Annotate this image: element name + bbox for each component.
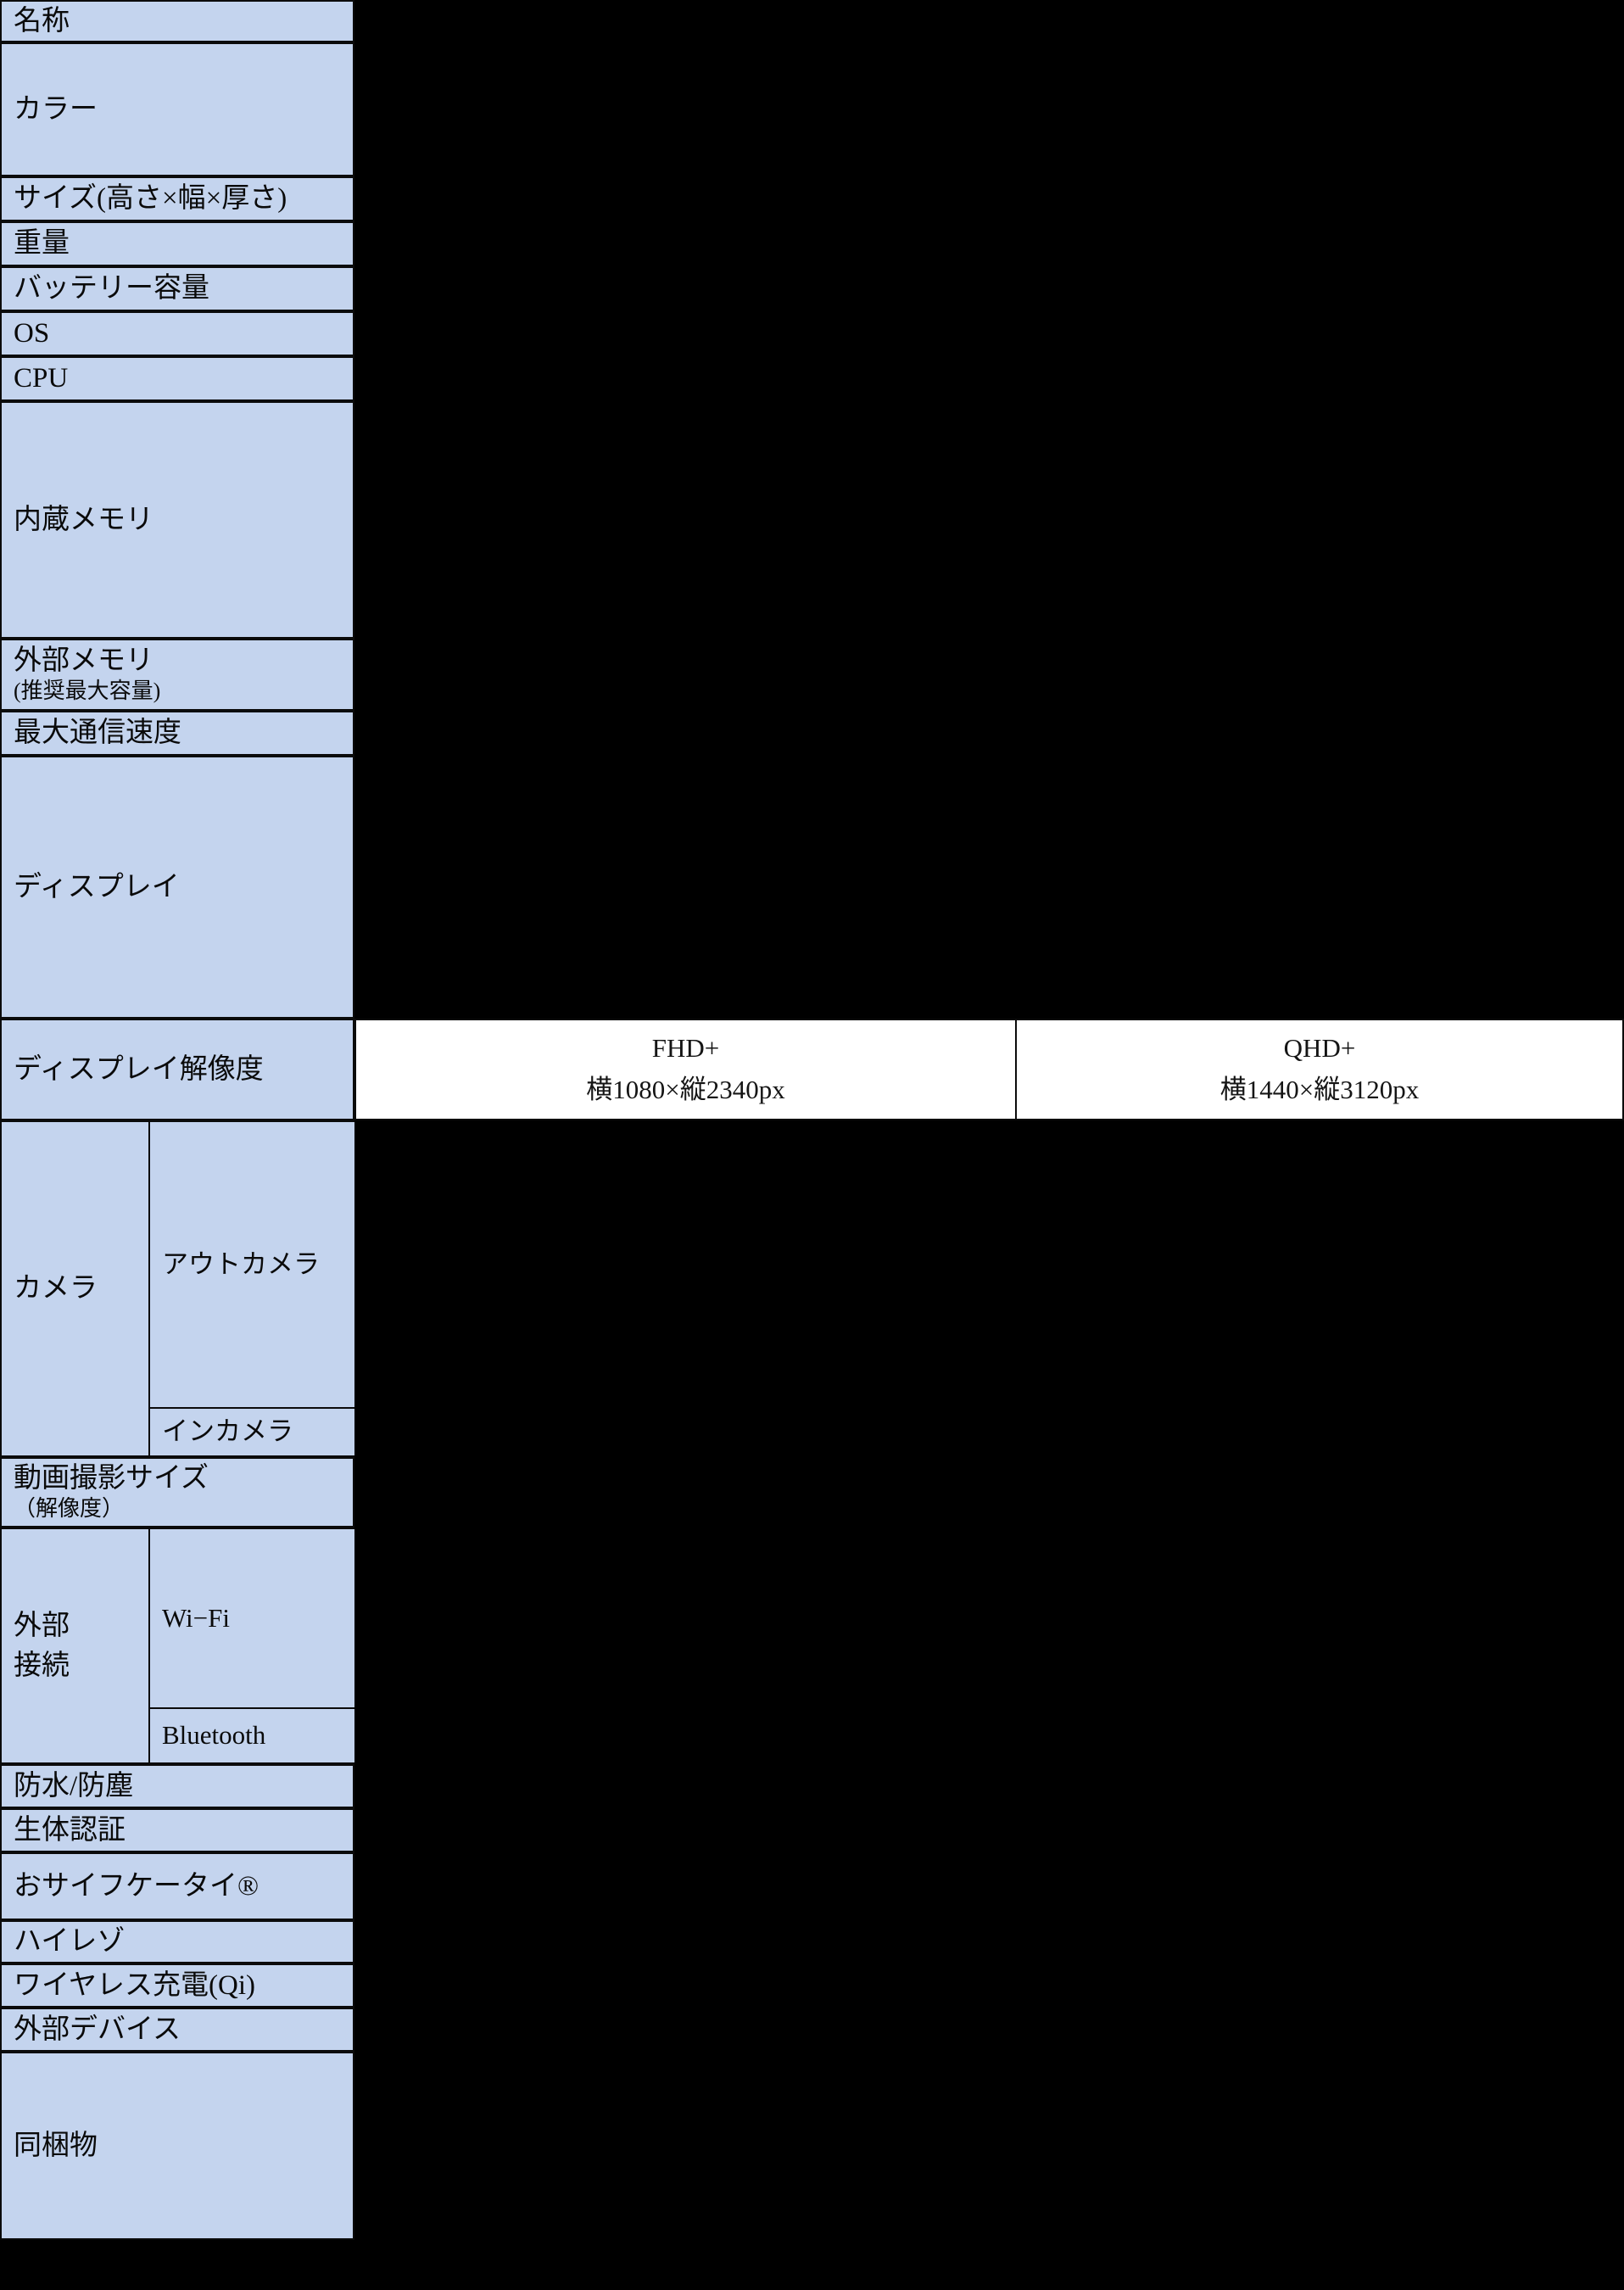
label-text: 外部デバイス: [14, 2014, 181, 2045]
row-label-name: 名称: [0, 0, 354, 42]
row-label-waterproof: 防水/防塵: [0, 1764, 354, 1808]
row-label-battery: バッテリー容量: [0, 266, 354, 311]
label-text: 内蔵メモリ: [14, 504, 153, 535]
resolution-grade: FHD+: [651, 1033, 720, 1064]
row-label-os: OS: [0, 311, 354, 356]
row-label-in-box: 同梱物: [0, 2052, 354, 2240]
label-text: ディスプレイ解像度: [14, 1053, 264, 1085]
label-text: カラー: [14, 93, 98, 125]
label-text: ハイレゾ: [14, 1926, 126, 1958]
row-label-front-camera: インカメラ: [148, 1407, 356, 1457]
row-label-camera: カメラ: [0, 1120, 150, 1457]
label-text: ワイヤレス充電(Qi): [14, 1969, 255, 2001]
label-text: 生体認証: [14, 1814, 126, 1846]
label-text: おサイフケータイ®: [14, 1870, 260, 1902]
row-label-external-memory: 外部メモリ (推奨最大容量): [0, 639, 354, 711]
obscured-values-region-upper: [354, 0, 1624, 1019]
row-label-display: ディスプレイ: [0, 756, 354, 1019]
row-label-external-device: 外部デバイス: [0, 2008, 354, 2052]
label-text: 名称: [14, 5, 70, 36]
label-text: OS: [14, 318, 50, 349]
label-text: カメラ: [14, 1273, 98, 1304]
label-text: 外部: [14, 1610, 70, 1641]
row-label-wifi: Wi−Fi: [148, 1528, 356, 1709]
label-text: CPU: [14, 363, 69, 394]
label-text: 防水/防塵: [14, 1770, 134, 1801]
row-label-display-resolution: ディスプレイ解像度: [0, 1019, 354, 1120]
resolution-grade: QHD+: [1283, 1033, 1356, 1064]
label-text-secondary: 接続: [14, 1650, 70, 1681]
row-label-biometrics: 生体認証: [0, 1808, 354, 1852]
label-text: 最大通信速度: [14, 718, 181, 749]
resolution-pixels: 横1080×縦2340px: [586, 1075, 785, 1104]
obscured-values-region-bottom: [0, 2240, 1624, 2290]
row-label-size: サイズ(高さ×幅×厚さ): [0, 176, 354, 221]
label-text: 動画撮影サイズ: [14, 1463, 209, 1494]
label-text-secondary: （解像度）: [14, 1496, 125, 1522]
row-label-video-size: 動画撮影サイズ （解像度）: [0, 1457, 354, 1528]
label-text: Wi−Fi: [162, 1602, 230, 1633]
display-resolution-value-col-a: FHD+ 横1080×縦2340px: [354, 1019, 1017, 1120]
spec-comparison-table: 名称 カラー サイズ(高さ×幅×厚さ) 重量 バッテリー容量 OS CPU 内蔵…: [0, 0, 1624, 2290]
label-text: 外部メモリ: [14, 645, 153, 677]
row-label-wireless-charging: ワイヤレス充電(Qi): [0, 1963, 354, 2008]
obscured-values-region-lower: [354, 1120, 1624, 2290]
label-text: 重量: [14, 228, 70, 260]
row-label-hires-audio: ハイレゾ: [0, 1920, 354, 1963]
label-text: 同梱物: [14, 2130, 98, 2161]
label-text: バッテリー容量: [14, 273, 209, 304]
row-label-color: カラー: [0, 42, 354, 176]
resolution-pixels: 横1440×縦3120px: [1219, 1075, 1420, 1104]
row-label-max-speed: 最大通信速度: [0, 711, 354, 756]
row-label-osaifu-keitai: おサイフケータイ®: [0, 1852, 354, 1920]
label-text: アウトカメラ: [162, 1248, 320, 1279]
row-label-bluetooth: Bluetooth: [148, 1707, 356, 1764]
label-text: サイズ(高さ×幅×厚さ): [14, 183, 287, 215]
row-label-internal-memory: 内蔵メモリ: [0, 401, 354, 639]
label-text: インカメラ: [162, 1416, 293, 1447]
display-resolution-value-col-b: QHD+ 横1440×縦3120px: [1015, 1019, 1624, 1120]
label-text: Bluetooth: [162, 1720, 266, 1751]
label-text: ディスプレイ: [14, 871, 180, 902]
row-label-weight: 重量: [0, 221, 354, 266]
row-label-external-connection: 外部 接続: [0, 1528, 150, 1764]
row-label-cpu: CPU: [0, 356, 354, 401]
label-text-secondary: (推奨最大容量): [14, 679, 161, 704]
row-label-rear-camera: アウトカメラ: [148, 1120, 356, 1409]
